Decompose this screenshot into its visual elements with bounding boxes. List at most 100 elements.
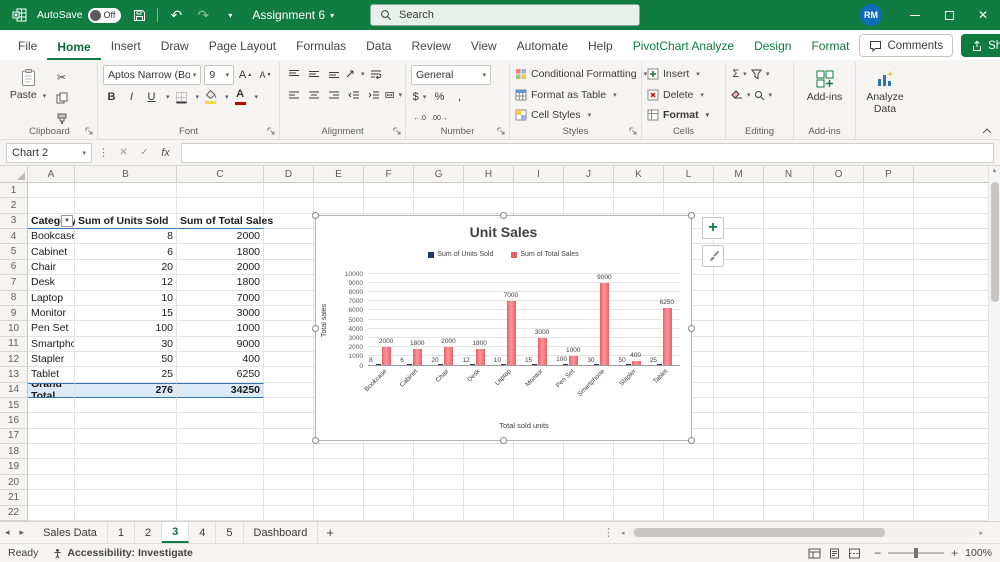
cell-D4[interactable] <box>264 229 314 244</box>
chevron-down-icon[interactable]: ▾ <box>225 93 229 101</box>
cell-P3[interactable] <box>864 214 914 229</box>
alignment-dialog-launcher[interactable] <box>393 127 402 136</box>
cell-F20[interactable] <box>364 475 414 490</box>
bar-units[interactable] <box>532 364 537 365</box>
align-left-button[interactable] <box>285 86 302 104</box>
tab-insert[interactable]: Insert <box>101 33 151 60</box>
formula-input[interactable] <box>181 143 994 163</box>
sheet-tab-1[interactable]: 1 <box>108 522 135 543</box>
cell-I19[interactable] <box>514 459 564 474</box>
page-layout-view-icon[interactable] <box>828 548 841 559</box>
row-header-2[interactable]: 2 <box>0 198 28 213</box>
sheet-tab-sales-data[interactable]: Sales Data <box>33 522 108 543</box>
vertical-scroll-thumb[interactable] <box>991 182 999 302</box>
increase-decimal-button[interactable]: ←.0 <box>411 109 428 127</box>
cell-C14[interactable]: 34250 <box>177 383 264 398</box>
cell-H19[interactable] <box>464 459 514 474</box>
column-header-K[interactable]: K <box>614 166 664 183</box>
cell-C20[interactable] <box>177 475 264 490</box>
cell-H20[interactable] <box>464 475 514 490</box>
percent-style-button[interactable]: % <box>431 88 448 106</box>
cell-A20[interactable] <box>28 475 75 490</box>
cell-C4[interactable]: 2000 <box>177 229 264 244</box>
cell-K19[interactable] <box>614 459 664 474</box>
tab-splitter-icon[interactable]: ⋮ <box>599 526 618 539</box>
italic-button[interactable]: I <box>123 88 140 106</box>
cell-N11[interactable] <box>764 337 814 352</box>
cell-P1[interactable] <box>864 183 914 198</box>
row-header-13[interactable]: 13 <box>0 367 28 382</box>
row-header-17[interactable]: 17 <box>0 429 28 444</box>
cell-A22[interactable] <box>28 506 75 521</box>
cell-D15[interactable] <box>264 398 314 413</box>
cell-O9[interactable] <box>814 306 864 321</box>
bar-sales[interactable] <box>444 347 453 365</box>
redo-button[interactable]: ↷ <box>194 5 212 25</box>
cell-O10[interactable] <box>814 321 864 336</box>
cell-M22[interactable] <box>714 506 764 521</box>
cell-P4[interactable] <box>864 229 914 244</box>
cell-D7[interactable] <box>264 275 314 290</box>
cell-O6[interactable] <box>814 260 864 275</box>
cell-B10[interactable]: 100 <box>75 321 177 336</box>
delete-cells-button[interactable]: Delete ▾ <box>647 86 720 104</box>
cell-C19[interactable] <box>177 459 264 474</box>
column-header-L[interactable]: L <box>664 166 714 183</box>
horizontal-scroll-thumb[interactable] <box>634 528 885 537</box>
cell-M7[interactable] <box>714 275 764 290</box>
chart-styles-button[interactable] <box>702 245 724 267</box>
legend-item[interactable]: Sum of Total Sales <box>511 251 578 258</box>
cell-K18[interactable] <box>614 444 664 459</box>
sheet-tab-dashboard[interactable]: Dashboard <box>244 522 319 543</box>
cell-B2[interactable] <box>75 198 177 213</box>
cell-B17[interactable] <box>75 429 177 444</box>
column-header-F[interactable]: F <box>364 166 414 183</box>
cell-D1[interactable] <box>264 183 314 198</box>
cell-M21[interactable] <box>714 490 764 505</box>
cell-I21[interactable] <box>514 490 564 505</box>
cell-D5[interactable] <box>264 244 314 259</box>
cell-O14[interactable] <box>814 383 864 398</box>
column-header-E[interactable]: E <box>314 166 364 183</box>
zoom-level[interactable]: 100% <box>965 547 992 559</box>
legend-item[interactable]: Sum of Units Sold <box>428 251 493 258</box>
drag-handle-icon[interactable]: ⋮ <box>96 146 111 159</box>
cut-button[interactable]: ✂ <box>53 68 70 86</box>
cell-P20[interactable] <box>864 475 914 490</box>
cell-M15[interactable] <box>714 398 764 413</box>
cell-N7[interactable] <box>764 275 814 290</box>
cell-J1[interactable] <box>564 183 614 198</box>
increase-indent-button[interactable] <box>365 86 382 104</box>
cell-C5[interactable]: 1800 <box>177 244 264 259</box>
cell-B19[interactable] <box>75 459 177 474</box>
cell-A8[interactable]: Laptop <box>28 291 75 306</box>
find-select-button[interactable]: ▾ <box>754 86 773 104</box>
cell-B14[interactable]: 276 <box>75 383 177 398</box>
cell-O21[interactable] <box>814 490 864 505</box>
tab-home[interactable]: Home <box>47 34 100 61</box>
cell-H1[interactable] <box>464 183 514 198</box>
bar-sales[interactable] <box>382 347 391 365</box>
cell-B7[interactable]: 12 <box>75 275 177 290</box>
column-header-N[interactable]: N <box>764 166 814 183</box>
cell-C12[interactable]: 400 <box>177 352 264 367</box>
cell-J21[interactable] <box>564 490 614 505</box>
cell-D17[interactable] <box>264 429 314 444</box>
addins-button[interactable]: Add-ins <box>799 65 850 103</box>
search-box[interactable]: Search <box>370 4 640 26</box>
cell-A15[interactable] <box>28 398 75 413</box>
cell-E20[interactable] <box>314 475 364 490</box>
cell-O18[interactable] <box>814 444 864 459</box>
bar-sales[interactable] <box>538 338 547 365</box>
cell-N5[interactable] <box>764 244 814 259</box>
vertical-scrollbar[interactable]: ▲ <box>988 166 1000 521</box>
avatar[interactable]: RM <box>860 4 882 26</box>
bar-sales[interactable] <box>569 356 578 365</box>
chart-plot[interactable]: 82000Bookcase61800Cabinet202000Chair1218… <box>368 274 680 366</box>
cell-D6[interactable] <box>264 260 314 275</box>
tab-page-layout[interactable]: Page Layout <box>199 33 286 60</box>
bar-units[interactable] <box>376 364 381 365</box>
chart-resize-handle[interactable] <box>688 437 695 444</box>
cell-O11[interactable] <box>814 337 864 352</box>
row-header-19[interactable]: 19 <box>0 459 28 474</box>
